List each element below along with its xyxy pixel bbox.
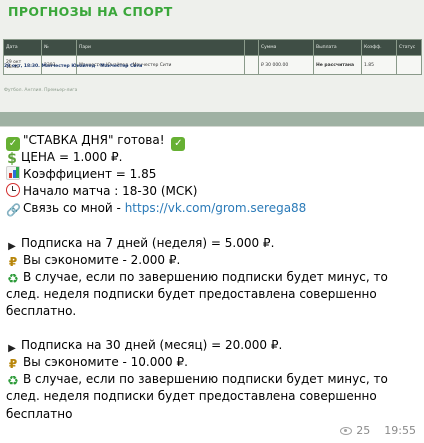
alarm-clock-icon bbox=[6, 183, 20, 198]
col-icon bbox=[244, 39, 259, 56]
photo-title: ПРОГНОЗЫ НА СПОРТ bbox=[8, 4, 173, 19]
msg-line-sub-week-save: ₽ Вы сэкономите - 2.000 ₽. bbox=[6, 252, 416, 269]
message-text: ✓ "СТАВКА ДНЯ" готова! ✓ $ ЦЕНА = 1.000 ₽.… bbox=[6, 132, 416, 423]
vk-link[interactable]: https://vk.com/grom.serega88 bbox=[125, 201, 307, 215]
league-tags: Футбол. Англия. Премьер-лига bbox=[4, 88, 78, 93]
cell-status bbox=[396, 55, 422, 75]
sub-week-note-a: В случае, если по завершению подписки бу… bbox=[23, 269, 388, 284]
message-time: 19:55 bbox=[384, 424, 416, 437]
price-text: ЦЕНА = 1.000 ₽. bbox=[21, 150, 123, 165]
msg-line-sub-week-note: ♻ В случае, если по завершению подписки б… bbox=[6, 269, 416, 287]
headline-text: "СТАВКА ДНЯ" готова! bbox=[23, 133, 165, 147]
recycling-icon: ♻ bbox=[7, 271, 19, 287]
message-meta: 25 19:55 bbox=[340, 424, 416, 437]
photo-bottom-band bbox=[0, 112, 424, 126]
check-mark-button-icon: ✓ bbox=[171, 137, 186, 151]
eye-icon bbox=[340, 426, 353, 435]
msg-line-start: Начало матча : 18-30 (МСК) bbox=[6, 183, 416, 200]
msg-line-contact: 🔗 Связь со мной - https://vk.com/grom.ser… bbox=[6, 200, 416, 217]
bar-chart-icon bbox=[6, 166, 20, 181]
col-payout: Выплата bbox=[313, 39, 362, 56]
money-bag-icon: ₽ bbox=[8, 254, 18, 269]
col-number: № bbox=[41, 39, 77, 56]
msg-line-sub-week: ▶ Подписка на 7 дней (неделя) = 5.000 ₽. bbox=[6, 235, 416, 252]
msg-line-sub-month-note: ♻ В случае, если по завершению подписки б… bbox=[6, 371, 416, 390]
col-status: Статус bbox=[396, 39, 422, 56]
cell-coef: 1.85 bbox=[361, 55, 397, 75]
col-bet: Пари bbox=[76, 39, 245, 56]
col-date: Дата bbox=[3, 39, 42, 56]
sub-month-text: Подписка на 30 дней (месяц) = 20.000 ₽. bbox=[21, 338, 283, 353]
message-card: ПРОГНОЗЫ НА СПОРТ Дата № Пари Сумма Выпл… bbox=[0, 0, 424, 443]
sub-week-text: Подписка на 7 дней (неделя) = 5.000 ₽. bbox=[21, 235, 275, 250]
cell-payout: Не рассчитана bbox=[313, 55, 362, 75]
view-count: 25 bbox=[356, 424, 371, 437]
link-icon: 🔗 bbox=[6, 203, 21, 218]
col-amount: Сумма bbox=[258, 39, 314, 56]
sub-week-save-text: Вы сэкономите - 2.000 ₽. bbox=[23, 252, 181, 267]
coef-text: Коэффициент = 1.85 bbox=[23, 167, 157, 182]
bet-screenshot-image[interactable]: ПРОГНОЗЫ НА СПОРТ Дата № Пари Сумма Выпл… bbox=[0, 0, 424, 127]
msg-line-coef: Коэффициент = 1.85 bbox=[6, 166, 416, 183]
heavy-dollar-sign-icon: $ bbox=[7, 151, 17, 168]
sub-month-note-a: В случае, если по завершению подписки бу… bbox=[23, 372, 388, 387]
match-note: 29 окт, 18:30. Манчестер Юнайтед - Манче… bbox=[4, 64, 143, 69]
cell-amount: ₽ 30 000.00 bbox=[258, 55, 314, 75]
msg-line-headline: ✓ "СТАВКА ДНЯ" готова! ✓ bbox=[6, 132, 416, 151]
bet-table: Дата № Пари Сумма Выплата Коэфф. Статус … bbox=[3, 39, 422, 75]
msg-line-sub-month-note-c: бесплатно bbox=[6, 406, 73, 421]
col-coef: Коэфф. bbox=[361, 39, 397, 56]
msg-line-sub-month-note-b: след. неделя подписки будет предоставлен… bbox=[6, 389, 377, 404]
money-bag-icon: ₽ bbox=[8, 357, 18, 372]
recycling-icon: ♻ bbox=[7, 374, 19, 390]
sub-month-save-text: Вы сэкономите - 10.000 ₽. bbox=[23, 355, 188, 370]
msg-line-sub-month: ▶ Подписка на 30 дней (месяц) = 20.000 ₽. bbox=[6, 337, 416, 354]
cell-icon bbox=[244, 55, 259, 75]
msg-line-sub-month-save: ₽ Вы сэкономите - 10.000 ₽. bbox=[6, 354, 416, 371]
bet-table-header: Дата № Пари Сумма Выплата Коэфф. Статус bbox=[3, 39, 422, 56]
msg-line-sub-week-note-c: бесплатно. bbox=[6, 303, 77, 318]
msg-line-price: $ ЦЕНА = 1.000 ₽. bbox=[6, 149, 416, 166]
contact-prefix: Связь со мной - bbox=[23, 201, 125, 216]
msg-line-sub-week-note-b: след. неделя подписки будет предоставлен… bbox=[6, 286, 377, 301]
start-text: Начало матча : 18-30 (МСК) bbox=[23, 184, 198, 199]
